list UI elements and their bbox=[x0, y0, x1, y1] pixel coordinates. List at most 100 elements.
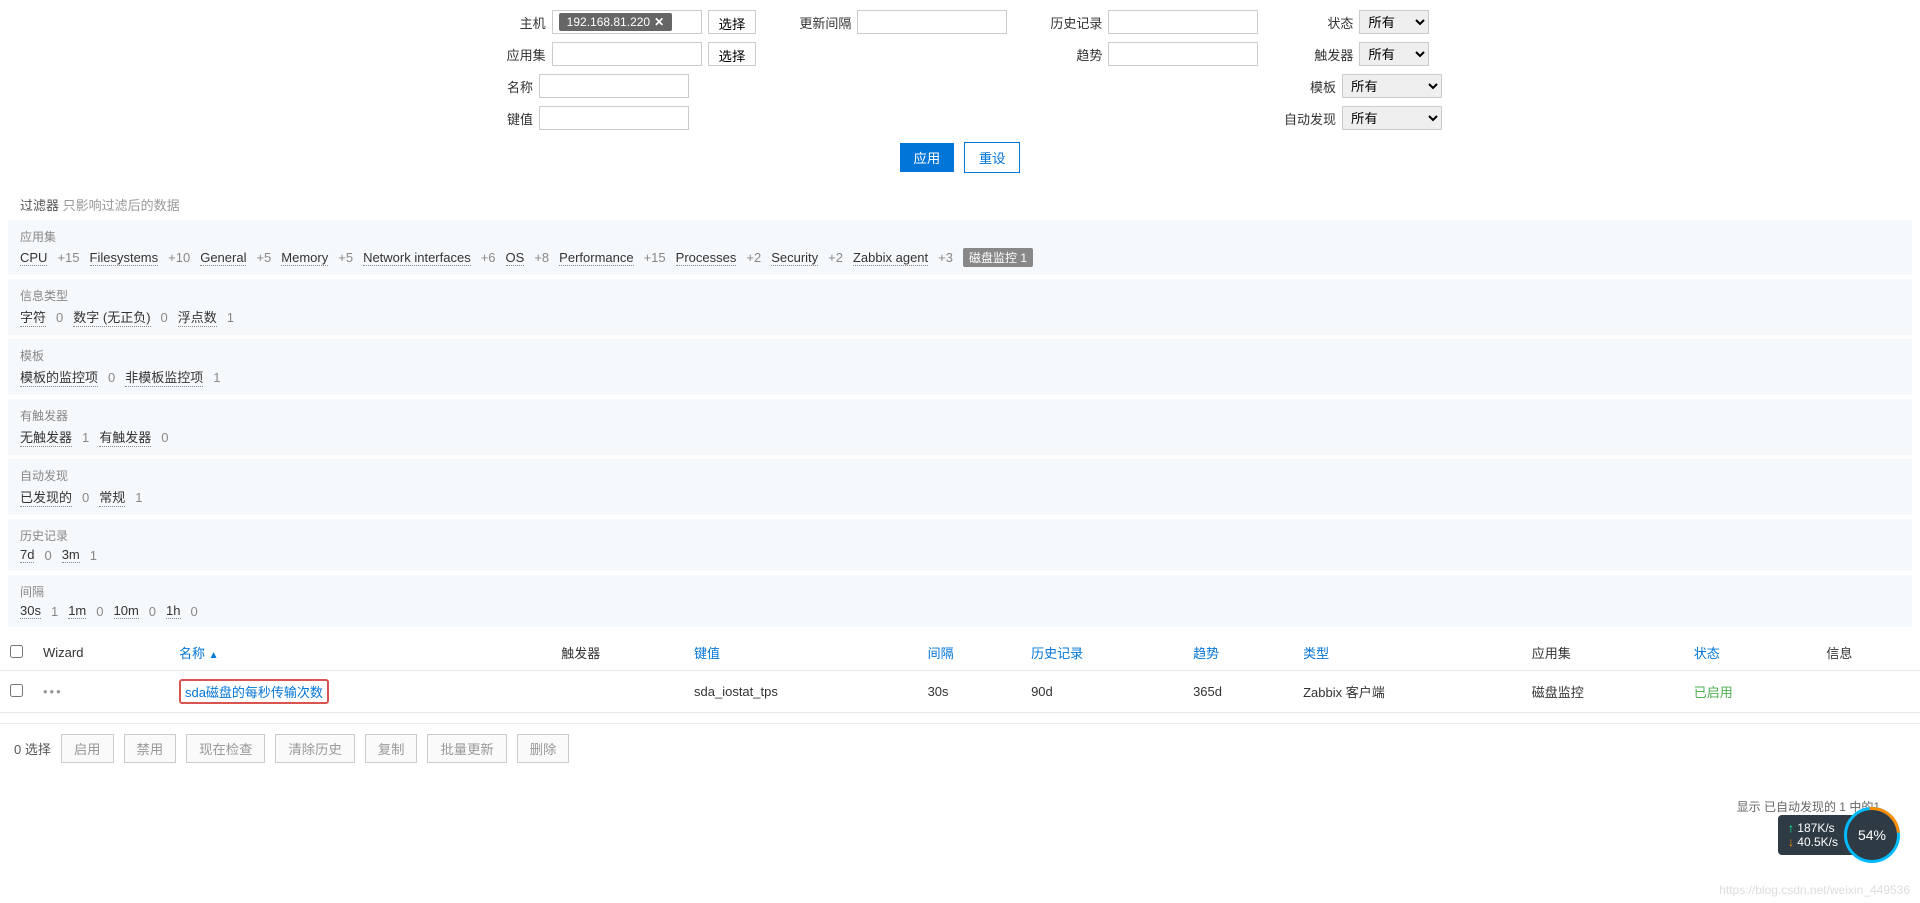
state-select[interactable]: 所有 bbox=[1359, 10, 1429, 34]
subfilter-item[interactable]: 字符 bbox=[20, 307, 46, 327]
clear-history-button[interactable]: 清除历史 bbox=[275, 734, 354, 763]
trigger-label: 触发器 bbox=[1298, 45, 1353, 64]
host-remove-icon[interactable]: ✕ bbox=[654, 15, 664, 29]
select-all-checkbox[interactable] bbox=[10, 645, 23, 658]
delete-button[interactable]: 删除 bbox=[517, 734, 570, 763]
subfilter-heading: 过滤器 只影响过滤后的数据 bbox=[8, 195, 1912, 214]
appset-select-button[interactable]: 选择 bbox=[708, 42, 757, 66]
subfilter-item[interactable]: 10m bbox=[114, 603, 139, 619]
gauge-circle[interactable]: 54% bbox=[1844, 807, 1900, 863]
col-name[interactable]: 名称 ▲ bbox=[169, 635, 551, 671]
col-interval[interactable]: 间隔 bbox=[918, 635, 1022, 671]
discovery-select[interactable]: 所有 bbox=[1342, 106, 1442, 130]
subfilter-item[interactable]: 模板的监控项 bbox=[20, 367, 98, 387]
subfilter-count: 1 bbox=[82, 430, 89, 445]
col-trend[interactable]: 趋势 bbox=[1183, 635, 1293, 671]
table-row: ••• sda磁盘的每秒传输次数 sda_iostat_tps 30s 90d … bbox=[0, 671, 1920, 713]
subfilter-infotype: 信息类型字符0数字 (无正负)0浮点数1 bbox=[8, 279, 1912, 335]
subfilter-label: 应用集 bbox=[20, 228, 1900, 245]
wizard-menu-icon[interactable]: ••• bbox=[43, 684, 63, 699]
subfilter-count: +5 bbox=[338, 250, 353, 265]
items-table: Wizard 名称 ▲ 触发器 键值 间隔 历史记录 趋势 类型 应用集 状态 … bbox=[0, 635, 1920, 713]
template-select[interactable]: 所有 bbox=[1342, 74, 1442, 98]
subfilter-item[interactable]: 常规 bbox=[99, 487, 125, 507]
subfilter-count: +2 bbox=[746, 250, 761, 265]
host-input-wrap[interactable]: 192.168.81.220✕ bbox=[552, 10, 702, 34]
subfilter-item[interactable]: 浮点数 bbox=[178, 307, 217, 327]
appset-input[interactable] bbox=[552, 42, 702, 66]
key-label: 键值 bbox=[478, 109, 533, 128]
subfilter-count: +15 bbox=[57, 250, 79, 265]
apply-button[interactable]: 应用 bbox=[900, 143, 955, 172]
history-label: 历史记录 bbox=[1047, 13, 1102, 32]
subfilter-item[interactable]: Network interfaces bbox=[363, 250, 471, 266]
subfilter-item[interactable]: Filesystems bbox=[90, 250, 159, 266]
col-wizard: Wizard bbox=[33, 635, 169, 671]
subfilter-item[interactable]: 有触发器 bbox=[99, 427, 151, 447]
subfilter-item[interactable]: OS bbox=[506, 250, 525, 266]
host-label: 主机 bbox=[491, 13, 546, 32]
subfilter-count: +5 bbox=[256, 250, 271, 265]
item-name-link[interactable]: sda磁盘的每秒传输次数 bbox=[185, 685, 323, 700]
update-input[interactable] bbox=[857, 10, 1007, 34]
subfilter-count: 0 bbox=[108, 370, 115, 385]
cell-history: 90d bbox=[1021, 671, 1183, 713]
col-key[interactable]: 键值 bbox=[684, 635, 918, 671]
subfilter-count: 1 bbox=[135, 490, 142, 505]
subfilter-count: 0 bbox=[82, 490, 89, 505]
subfilter-item[interactable]: 3m bbox=[62, 547, 80, 563]
name-input[interactable] bbox=[539, 74, 689, 98]
subfilter-item[interactable]: 1m bbox=[68, 603, 86, 619]
host-tag[interactable]: 192.168.81.220✕ bbox=[559, 13, 672, 31]
copy-button[interactable]: 复制 bbox=[365, 734, 418, 763]
trend-input[interactable] bbox=[1108, 42, 1258, 66]
disable-button[interactable]: 禁用 bbox=[124, 734, 177, 763]
network-widget[interactable]: 187K/s 40.5K/s 54% bbox=[1778, 807, 1900, 863]
col-triggers: 触发器 bbox=[551, 635, 684, 671]
subfilter-count: +6 bbox=[481, 250, 496, 265]
subfilter-item[interactable]: Security bbox=[771, 250, 818, 266]
col-type[interactable]: 类型 bbox=[1293, 635, 1522, 671]
subfilter-item[interactable]: 非模板监控项 bbox=[125, 367, 203, 387]
check-now-button[interactable]: 现在检查 bbox=[186, 734, 265, 763]
mass-update-button[interactable]: 批量更新 bbox=[427, 734, 506, 763]
subfilter-item[interactable]: 7d bbox=[20, 547, 34, 563]
history-input[interactable] bbox=[1108, 10, 1258, 34]
subfilter-item[interactable]: Zabbix agent bbox=[853, 250, 928, 266]
trigger-select[interactable]: 所有 bbox=[1359, 42, 1429, 66]
subfilter-item[interactable]: Performance bbox=[559, 250, 633, 266]
col-history[interactable]: 历史记录 bbox=[1021, 635, 1183, 671]
update-label: 更新间隔 bbox=[796, 13, 851, 32]
cell-appset: 磁盘监控 bbox=[1522, 671, 1684, 713]
discovery-label: 自动发现 bbox=[1281, 109, 1336, 128]
key-input[interactable] bbox=[539, 106, 689, 130]
enable-button[interactable]: 启用 bbox=[61, 734, 114, 763]
subfilter-item[interactable]: 数字 (无正负) bbox=[73, 307, 150, 327]
subfilter-item[interactable]: 30s bbox=[20, 603, 41, 619]
subfilter-label: 信息类型 bbox=[20, 287, 1900, 304]
subfilter-label: 历史记录 bbox=[20, 527, 1900, 544]
subfilter-item[interactable]: CPU bbox=[20, 250, 47, 266]
template-label: 模板 bbox=[1281, 77, 1336, 96]
subfilter-count: +10 bbox=[168, 250, 190, 265]
reset-button[interactable]: 重设 bbox=[964, 142, 1021, 173]
subfilter-item[interactable]: 1h bbox=[166, 603, 180, 619]
subfilter-item[interactable]: 已发现的 bbox=[20, 487, 72, 507]
subfilter-count: 1 bbox=[90, 548, 97, 563]
subfilter-item[interactable]: Memory bbox=[281, 250, 328, 266]
host-select-button[interactable]: 选择 bbox=[708, 10, 757, 34]
subfilter-item[interactable]: 无触发器 bbox=[20, 427, 72, 447]
col-status[interactable]: 状态 bbox=[1684, 635, 1817, 671]
subfilter-item[interactable]: General bbox=[200, 250, 246, 266]
subfilter-count: 1 bbox=[227, 310, 234, 325]
subfilter-count: 1 bbox=[51, 604, 58, 619]
filter-form: 主机 192.168.81.220✕ 选择 更新间隔 历史记录 状态 所有 应用… bbox=[0, 0, 1920, 195]
subfilter-trigger: 有触发器无触发器1有触发器0 bbox=[8, 399, 1912, 455]
subfilter-badge[interactable]: 磁盘监控 1 bbox=[963, 248, 1033, 267]
subfilter-count: 0 bbox=[149, 604, 156, 619]
name-label: 名称 bbox=[478, 77, 533, 96]
status-link[interactable]: 已启用 bbox=[1694, 685, 1733, 700]
subfilter-item[interactable]: Processes bbox=[676, 250, 737, 266]
subfilter-label: 间隔 bbox=[20, 583, 1900, 600]
row-checkbox[interactable] bbox=[10, 684, 23, 697]
